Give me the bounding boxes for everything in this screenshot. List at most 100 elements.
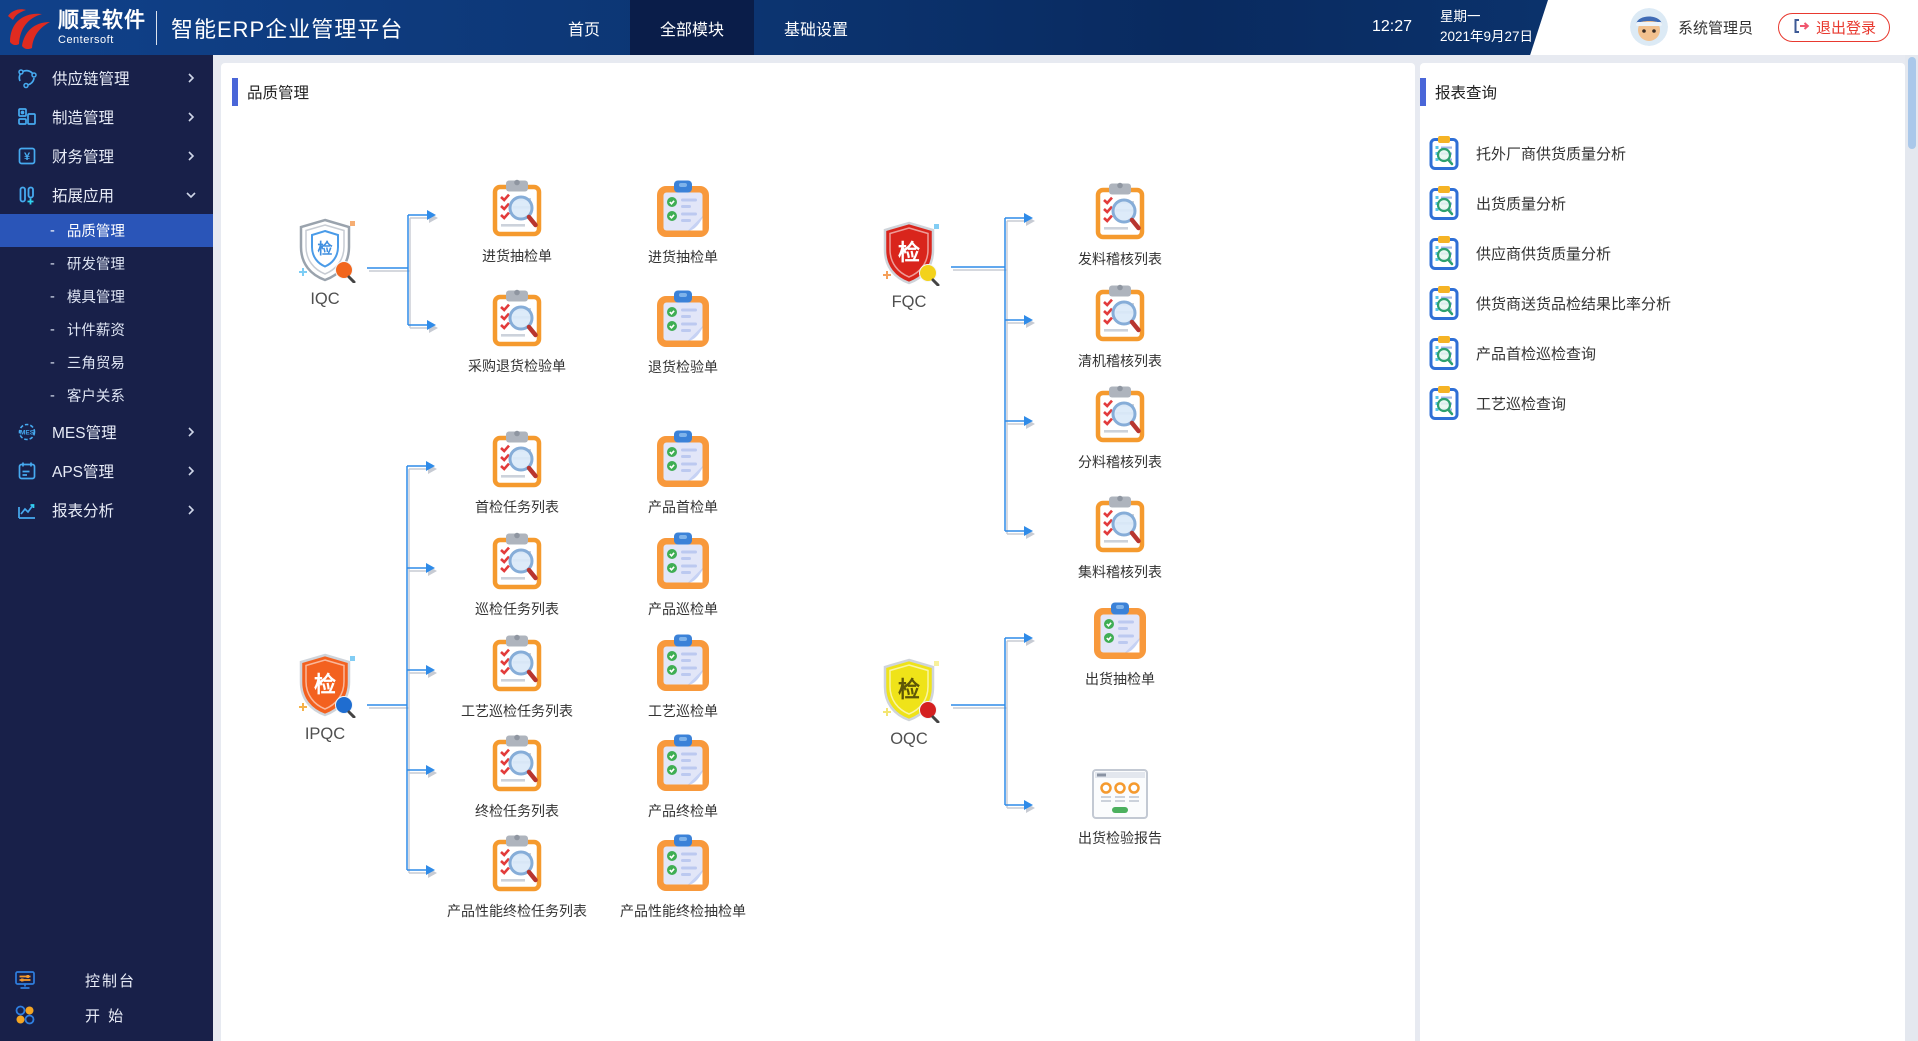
clock-weekday: 星期一 xyxy=(1440,9,1481,24)
sidebar-item-report-analysis[interactable]: 报表分析 xyxy=(0,490,213,529)
flow-node[interactable]: 出货检验报告 xyxy=(1020,768,1220,847)
flow-node[interactable]: 清机稽核列表 xyxy=(1020,283,1220,370)
flow-node-label: 首检任务列表 xyxy=(475,499,559,515)
report-list: 托外厂商供货质量分析 出货质量分析供应商供货质量分析供货商送货品检结果比率分析产品… xyxy=(1420,128,1905,428)
flow-node-label: 出货抽检单 xyxy=(1085,671,1155,687)
sidebar-item-label: 供应链管理 xyxy=(52,70,130,88)
svg-text:检: 检 xyxy=(898,240,920,265)
chevron-right-icon xyxy=(184,149,198,163)
flow-node-label: 产品性能终检抽检单 xyxy=(620,903,746,919)
flow-node-label: 进货抽检单 xyxy=(482,248,552,264)
flow-shield-label: FQC xyxy=(891,293,927,311)
flow-node-label: 清机稽核列表 xyxy=(1078,353,1162,369)
flow-node[interactable]: 产品巡检单 xyxy=(583,531,783,618)
reports-title-bar: 报表查询 xyxy=(1420,63,1905,106)
report-item[interactable]: 供应商供货质量分析 xyxy=(1420,228,1905,278)
report-item[interactable]: 出货质量分析 xyxy=(1420,178,1905,228)
sidebar-item-manufacturing[interactable]: 制造管理 xyxy=(0,97,213,136)
sidebar-item-label: 制造管理 xyxy=(52,109,115,127)
app-root: 顺景软件 Centersoft 智能ERP企业管理平台 首页 全部模块 基础设置 1… xyxy=(0,0,1918,1041)
logout-icon xyxy=(1792,18,1810,38)
sidebar-item-extension[interactable]: 拓展应用 xyxy=(0,175,213,214)
avatar[interactable] xyxy=(1630,8,1668,46)
sidebar-item-aps[interactable]: APS管理 xyxy=(0,451,213,490)
sidebar-subitem-mold-management[interactable]: - 模具管理 xyxy=(0,280,213,313)
flow-node[interactable]: 工艺巡检单 xyxy=(583,633,783,720)
flow-node[interactable]: 退货检验单 xyxy=(583,289,783,376)
sidebar-subitem-quality-management[interactable]: - 品质管理 xyxy=(0,214,213,247)
mes-icon: MES xyxy=(16,420,42,444)
flow-node[interactable]: 集料稽核列表 xyxy=(1020,494,1220,581)
sidebar-footer-console[interactable]: 控制台 xyxy=(0,965,213,995)
report-item[interactable]: 工艺巡检查询 xyxy=(1420,378,1905,428)
report-clipboard-icon xyxy=(1428,385,1462,421)
flow-node-label: 退货检验单 xyxy=(648,359,718,375)
scrollbar-thumb[interactable] xyxy=(1907,57,1916,149)
flow-node[interactable]: 进货抽检单 xyxy=(583,179,783,266)
reports-title: 报表查询 xyxy=(1435,85,1498,102)
page-title: 品质管理 xyxy=(247,85,310,102)
report-clipboard-icon xyxy=(1428,235,1462,271)
clipboard-magnifier-icon xyxy=(490,288,544,353)
sidebar-item-mes[interactable]: MES MES管理 xyxy=(0,412,213,451)
sidebar-subitem-customer-relations[interactable]: - 客户关系 xyxy=(0,379,213,412)
report-item-label: 供货商送货品检结果比率分析 xyxy=(1476,295,1672,313)
flow-node[interactable]: 分料稽核列表 xyxy=(1020,384,1220,471)
chevron-right-icon xyxy=(184,110,198,124)
flow-node[interactable]: 出货抽检单 xyxy=(1020,601,1220,688)
flow-node-label: 采购退货检验单 xyxy=(468,358,566,374)
flow-node-label: 产品首检单 xyxy=(648,499,718,515)
clipboard-magnifier-icon xyxy=(490,733,544,798)
dash-prefix: - xyxy=(50,321,55,338)
flow-shield-label: IPQC xyxy=(304,725,346,743)
sidebar-subitem-label: 计件薪资 xyxy=(66,323,125,339)
clipboard-check-icon xyxy=(655,531,711,596)
sidebar-subitem-label: 品质管理 xyxy=(66,224,125,240)
sidebar-subitem-piecework-salary[interactable]: - 计件薪资 xyxy=(0,313,213,346)
nav-item-basic-settings[interactable]: 基础设置 xyxy=(754,0,878,55)
flow-node-label: 巡检任务列表 xyxy=(475,601,559,617)
clipboard-check-icon xyxy=(1092,601,1148,666)
sidebar-item-label: APS管理 xyxy=(52,463,115,481)
sidebar-menu: 供应链管理 制造管理 ¥ 财务管理 拓展应用 - 品质管理 - 研发管理 - 模具管理 - 计件薪资 - 三… xyxy=(0,55,213,529)
sidebar-item-label: 报表分析 xyxy=(52,502,115,520)
chevron-right-icon xyxy=(184,425,198,439)
flow-node-label: 产品性能终检任务列表 xyxy=(447,903,587,919)
sidebar-item-supply-chain[interactable]: 供应链管理 xyxy=(0,58,213,97)
logout-button[interactable]: 退出登录 xyxy=(1778,13,1891,42)
report-window-icon xyxy=(1091,768,1149,825)
report-item-label: 供应商供货质量分析 xyxy=(1476,245,1612,263)
clipboard-magnifier-icon xyxy=(490,178,544,243)
extension-icon xyxy=(16,183,42,207)
svg-text:检: 检 xyxy=(314,672,336,697)
flow-node[interactable]: 产品终检单 xyxy=(583,733,783,820)
clock-date: 星期一 2021年9月27日 xyxy=(1440,7,1533,47)
sidebar-item-finance[interactable]: ¥ 财务管理 xyxy=(0,136,213,175)
sidebar-subitem-label: 模具管理 xyxy=(66,290,125,306)
report-item[interactable]: 产品首检巡检查询 xyxy=(1420,328,1905,378)
clipboard-magnifier-icon xyxy=(490,531,544,596)
shield-check-icon: 检 xyxy=(877,657,941,728)
clipboard-magnifier-icon xyxy=(490,429,544,494)
svg-text:检: 检 xyxy=(317,240,332,258)
flow-node[interactable]: 产品首检单 xyxy=(583,429,783,516)
flow-node-label: 发料稽核列表 xyxy=(1078,251,1162,267)
nav-item-all-modules[interactable]: 全部模块 xyxy=(630,0,755,55)
report-item[interactable]: 供货商送货品检结果比率分析 xyxy=(1420,278,1905,328)
clipboard-magnifier-icon xyxy=(1093,283,1147,348)
flow-shield-ipqc: 检 IPQC xyxy=(245,652,405,744)
flow-node-label: 终检任务列表 xyxy=(475,803,559,819)
sidebar-subitem-rnd-management[interactable]: - 研发管理 xyxy=(0,247,213,280)
clipboard-magnifier-icon xyxy=(1093,181,1147,246)
dash-prefix: - xyxy=(50,255,55,272)
sidebar-footer-start[interactable]: 开 始 xyxy=(0,1000,213,1030)
sidebar-subitem-triangle-trade[interactable]: - 三角贸易 xyxy=(0,346,213,379)
report-item[interactable]: 托外厂商供货质量分析 xyxy=(1420,128,1905,178)
logout-label: 退出登录 xyxy=(1816,20,1877,37)
nav-item-home[interactable]: 首页 xyxy=(538,0,630,55)
page-title-bar: 品质管理 xyxy=(221,63,1415,106)
flow-node[interactable]: 产品性能终检抽检单 xyxy=(583,833,783,920)
flow-node[interactable]: 发料稽核列表 xyxy=(1020,181,1220,268)
reports-panel: 报表查询 托外厂商供货质量分析 出货质量分析供应商供货质量分析供货商送货品检结果比… xyxy=(1420,63,1905,1041)
scrollbar-track[interactable] xyxy=(1905,55,1918,1041)
